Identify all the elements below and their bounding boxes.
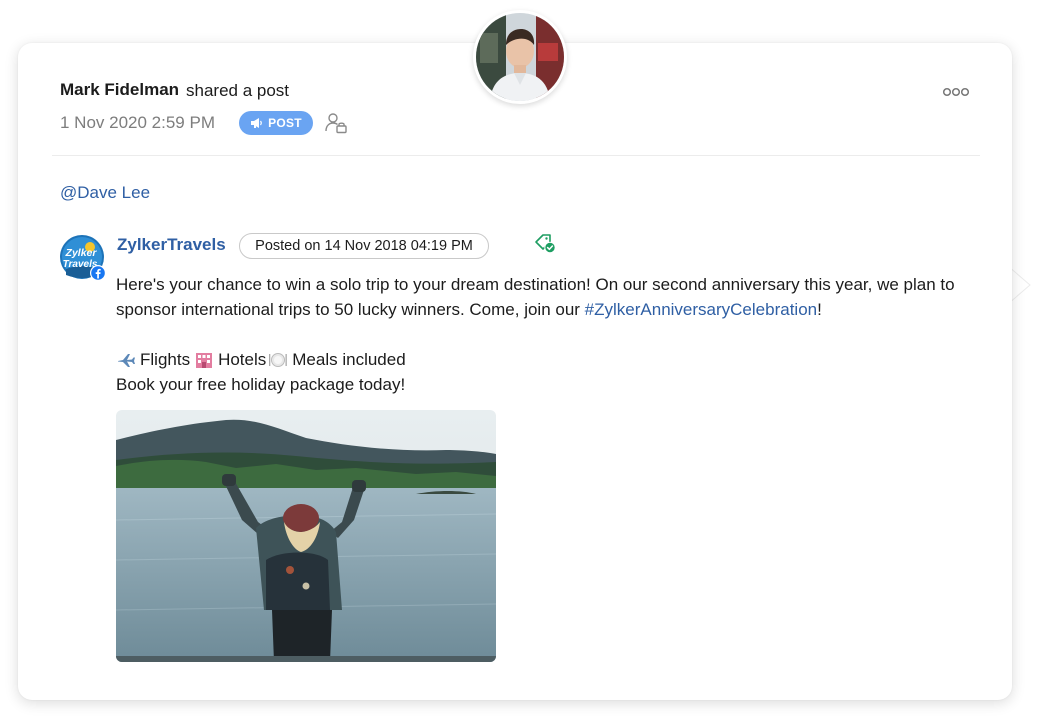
page-logo-line-1: Zylker [65, 247, 98, 259]
plate-icon [269, 352, 288, 367]
amenities-line: Flights Hotels Meals included [116, 347, 996, 372]
activity-timestamp: 1 Nov 2020 2:59 PM [60, 113, 215, 132]
post-badge-label: POST [268, 116, 302, 130]
author-avatar[interactable] [473, 10, 567, 104]
hotel-icon [196, 352, 213, 368]
user-lock-icon[interactable] [324, 112, 348, 134]
author-name[interactable]: Mark Fidelman [60, 80, 179, 100]
flights-label: Flights [140, 350, 191, 369]
closing-line: Book your free holiday package today! [116, 375, 406, 394]
posted-on-pill: Posted on 14 Nov 2018 04:19 PM [239, 233, 489, 259]
page-name-link[interactable]: ZylkerTravels [117, 235, 226, 255]
post-text-line-2: sponsor international trips to 50 lucky … [116, 300, 585, 319]
post-type-badge: POST [239, 111, 313, 135]
stage: Mark Fidelman shared a post 1 Nov 2020 2… [0, 0, 1057, 725]
hashtag-link[interactable]: #ZylkerAnniversaryCelebration [585, 300, 817, 319]
post-image[interactable] [116, 410, 496, 662]
mention-link[interactable]: @Dave Lee [60, 183, 150, 203]
tag-check-icon[interactable] [533, 233, 557, 255]
airplane-icon [118, 353, 135, 367]
meals-label: Meals included [292, 350, 406, 369]
hotels-label: Hotels [218, 350, 267, 369]
facebook-icon [90, 265, 106, 281]
page-avatar[interactable]: Zylker Travels [60, 235, 106, 281]
posted-on-text: Posted on 14 Nov 2018 04:19 PM [255, 238, 473, 254]
post-paragraph: Here's your chance to win a solo trip to… [116, 272, 996, 322]
header-divider [52, 155, 980, 156]
megaphone-icon [251, 118, 262, 128]
more-options-icon[interactable] [941, 84, 971, 100]
post-content: Here's your chance to win a solo trip to… [116, 272, 996, 397]
action-text: shared a post [186, 81, 290, 100]
post-text-end: ! [817, 300, 822, 319]
post-text-line-1: Here's your chance to win a solo trip to… [116, 275, 955, 294]
